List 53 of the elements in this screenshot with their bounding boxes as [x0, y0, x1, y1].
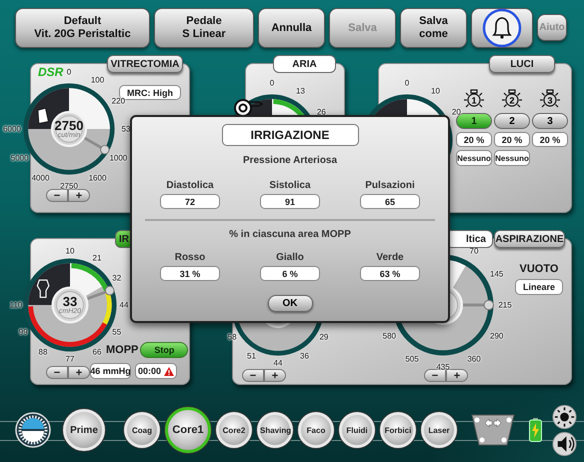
- reading-label: Pulsazioni: [365, 180, 415, 191]
- mode-label: DSR: [38, 65, 64, 80]
- scale-label: 145: [490, 270, 504, 278]
- scale-label: 6000: [3, 124, 21, 134]
- zone-label: Giallo: [276, 252, 304, 263]
- scale-label: 99: [18, 328, 28, 336]
- scale-label: 2750: [60, 182, 78, 190]
- scale-label: 58: [228, 332, 237, 341]
- scale-label: 36: [300, 351, 309, 360]
- scale-label: 0: [404, 78, 410, 88]
- scale-label: 0: [270, 78, 274, 88]
- scale-label: 215: [498, 300, 512, 310]
- reading-label: Diastolica: [166, 180, 214, 191]
- scale-label: 505: [405, 354, 419, 364]
- scale-label: 88: [38, 347, 48, 356]
- gauge-value: 33: [62, 295, 78, 308]
- scale-label: 51: [247, 351, 256, 360]
- dialog-title: IRRIGAZIONE: [222, 124, 358, 146]
- scale-label: 70: [470, 246, 478, 256]
- scale-label: 110: [10, 300, 22, 310]
- scale-label: 20: [452, 107, 461, 116]
- scale-label: 26: [316, 107, 326, 116]
- scale-label: 29: [319, 332, 328, 341]
- section-heading: Pressione Arteriosa: [242, 155, 338, 166]
- scale-label: 100: [90, 75, 104, 84]
- scale-label: 21: [92, 254, 102, 263]
- scale-label: 32: [112, 274, 122, 282]
- mopp-label: MOPP: [106, 344, 138, 356]
- scale-label: 0: [66, 68, 72, 76]
- scale-label: 1600: [88, 174, 106, 183]
- scale-label: 580: [382, 332, 396, 340]
- scale-label: 10: [66, 246, 74, 256]
- section-heading: % in ciascuna area MOPP: [229, 229, 351, 240]
- vacuum-label: VUOTO: [520, 263, 558, 275]
- scale-label: 290: [490, 332, 504, 340]
- scale-label: 360: [467, 354, 481, 364]
- reading-label: Sistolica: [269, 180, 311, 191]
- zone-label: Verde: [376, 252, 404, 263]
- scale-label: 4000: [32, 174, 50, 183]
- scale-label: 435: [436, 362, 450, 372]
- gauge-value: 2750: [54, 119, 84, 132]
- scale-label: 44: [120, 300, 128, 310]
- scale-label: 10: [431, 86, 440, 96]
- scale-label: 5000: [10, 153, 29, 162]
- scale-label: 44: [274, 358, 282, 368]
- scale-label: 66: [92, 347, 102, 356]
- scale-label: 55: [112, 328, 122, 336]
- timer-value: 00:00: [138, 366, 162, 376]
- scale-label: 77: [66, 354, 74, 364]
- scale-label: 53: [122, 124, 130, 134]
- scale-label: 13: [296, 86, 305, 96]
- scale-label: 1000: [109, 153, 128, 162]
- zone-label: Rosso: [174, 252, 206, 263]
